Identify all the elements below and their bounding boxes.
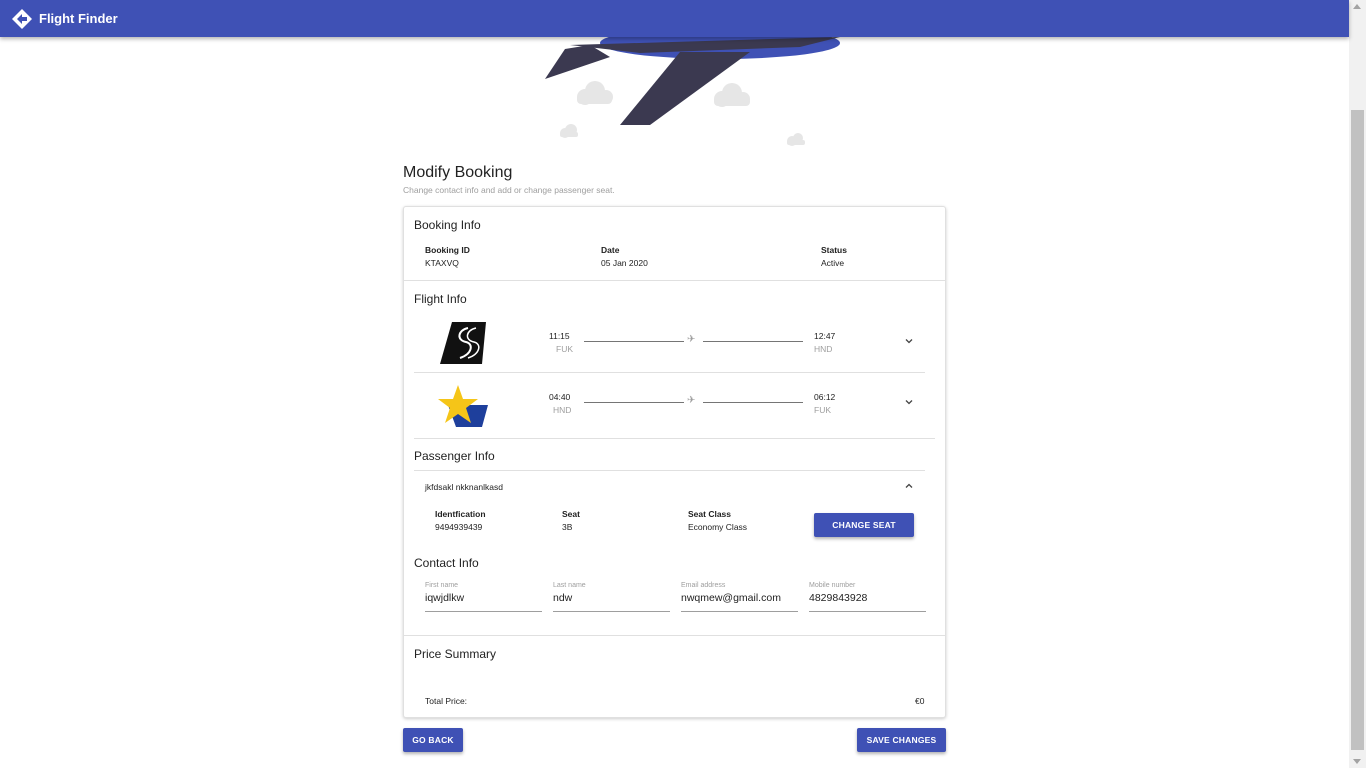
section-divider bbox=[404, 635, 945, 636]
scrollbar-thumb[interactable] bbox=[1351, 110, 1364, 750]
passenger-divider bbox=[414, 470, 925, 471]
booking-status-label: Status bbox=[821, 245, 847, 255]
scroll-down-arrow-icon[interactable] bbox=[1353, 759, 1361, 764]
booking-id-value: KTAXVQ bbox=[425, 258, 459, 268]
departure-time: 11:15 bbox=[549, 331, 570, 341]
scroll-up-arrow-icon[interactable] bbox=[1353, 4, 1361, 9]
contact-info-title: Contact Info bbox=[414, 556, 479, 570]
booking-date-value: 05 Jan 2020 bbox=[601, 258, 648, 268]
arrival-code: FUK bbox=[814, 405, 831, 415]
arrival-time: 06:12 bbox=[814, 392, 836, 402]
route-line bbox=[703, 341, 803, 342]
seat-class-label: Seat Class bbox=[688, 509, 731, 519]
app-bar: Flight Finder bbox=[0, 0, 1349, 37]
airplane-illustration bbox=[545, 37, 840, 146]
brand-logo-icon[interactable] bbox=[11, 8, 33, 30]
mobile-label: Mobile number bbox=[809, 582, 856, 589]
change-seat-button[interactable]: Change Seat bbox=[814, 513, 914, 537]
booking-id-label: Booking ID bbox=[425, 245, 470, 255]
passenger-info-title: Passenger Info bbox=[414, 449, 495, 463]
departure-code: HND bbox=[553, 405, 572, 415]
page-subtitle: Change contact info and add or change pa… bbox=[403, 185, 615, 195]
first-name-value[interactable]: iqwjdlkw bbox=[425, 592, 464, 604]
airplane-icon: ✈ bbox=[687, 334, 696, 345]
seat-label: Seat bbox=[562, 509, 580, 519]
arrival-code: HND bbox=[814, 344, 833, 354]
mobile-value[interactable]: 4829843928 bbox=[809, 592, 867, 604]
departure-code: FUK bbox=[556, 344, 573, 354]
arrival-time: 12:47 bbox=[814, 331, 836, 341]
departure-time: 04:40 bbox=[549, 392, 571, 402]
last-name-value[interactable]: ndw bbox=[553, 592, 572, 604]
chevron-down-icon[interactable] bbox=[903, 335, 915, 347]
flight-info-title: Flight Info bbox=[414, 292, 467, 306]
last-name-field[interactable]: Last name ndw bbox=[553, 582, 670, 612]
brand-name[interactable]: Flight Finder bbox=[39, 11, 118, 26]
booking-date-label: Date bbox=[601, 245, 620, 255]
identification-label: Identfication bbox=[435, 509, 486, 519]
first-name-field[interactable]: First name iqwjdlkw bbox=[425, 582, 542, 612]
mobile-field[interactable]: Mobile number 4829843928 bbox=[809, 582, 926, 612]
total-price-value: €0 bbox=[915, 696, 925, 706]
booking-info-title: Booking Info bbox=[414, 218, 481, 232]
star-logo-icon bbox=[438, 385, 488, 427]
page-title: Modify Booking bbox=[403, 164, 513, 181]
email-value[interactable]: nwqmew@gmail.com bbox=[681, 592, 781, 604]
total-price-label: Total Price: bbox=[425, 696, 468, 706]
passenger-name[interactable]: jkfdsakl nkknanlkasd bbox=[425, 482, 503, 492]
booking-status-value: Active bbox=[821, 258, 845, 268]
first-name-label: First name bbox=[425, 582, 459, 589]
chevron-up-icon[interactable] bbox=[903, 480, 915, 492]
route-line bbox=[584, 402, 684, 403]
price-summary-title: Price Summary bbox=[414, 647, 497, 661]
save-changes-button[interactable]: Save Changes bbox=[857, 728, 946, 752]
airplane-icon: ✈ bbox=[687, 395, 696, 406]
flight-row[interactable]: 11:15 FUK ✈ 12:47 HND bbox=[404, 312, 945, 372]
booking-card: Booking Info Booking ID KTAXVQ Date 05 J… bbox=[403, 206, 946, 718]
go-back-button[interactable]: Go Back bbox=[403, 728, 463, 752]
identification-value: 9494939439 bbox=[435, 522, 483, 532]
seat-class-value: Economy Class bbox=[688, 522, 748, 532]
last-name-label: Last name bbox=[553, 582, 586, 589]
email-label: Email address bbox=[681, 582, 726, 589]
page-scrollbar[interactable] bbox=[1349, 0, 1366, 768]
route-line bbox=[703, 402, 803, 403]
email-field[interactable]: Email address nwqmew@gmail.com bbox=[681, 582, 798, 612]
section-divider bbox=[404, 280, 945, 281]
section-divider bbox=[414, 438, 935, 439]
route-line bbox=[584, 341, 684, 342]
seat-value: 3B bbox=[562, 522, 573, 532]
flight-row[interactable]: 04:40 HND ✈ 06:12 FUK bbox=[404, 373, 945, 433]
tail-logo-icon bbox=[440, 322, 486, 364]
chevron-down-icon[interactable] bbox=[903, 396, 915, 408]
